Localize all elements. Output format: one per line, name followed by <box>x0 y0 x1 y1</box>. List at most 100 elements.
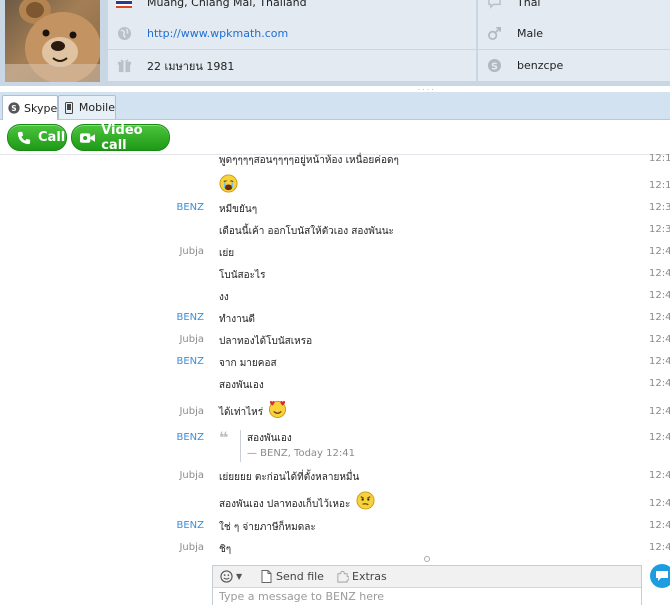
website-link[interactable]: http://www.wpkmath.com <box>147 27 288 40</box>
tab-mobile[interactable]: Mobile <box>58 95 116 119</box>
chat-history[interactable]: พูดๆๆๆๆสอนๆๆๆๆอยู่หน้าห้อง เหนื่อยค่อดๆ … <box>0 153 670 564</box>
message-sender: BENZ <box>176 520 204 531</box>
message-input[interactable] <box>213 588 639 604</box>
message-time: 12:4 <box>649 356 670 367</box>
quote-text: สองพันเอง <box>247 433 292 444</box>
message-time: 12:4 <box>649 406 670 417</box>
thinking-face-icon <box>355 491 375 510</box>
message-time: 12:4 <box>649 470 670 481</box>
message-sender: Jubja <box>179 542 204 553</box>
tab-skype-label: Skype <box>24 101 58 115</box>
chat-message: สองพันเอง ปลาทองเก็บไว้เหอะ 12:4 <box>0 490 670 516</box>
message-text: จาก มายคอส <box>219 358 277 369</box>
message-sender: BENZ <box>176 432 204 443</box>
emoticon-picker-button[interactable]: ▼ <box>219 569 242 584</box>
send-file-button[interactable]: Send file <box>259 569 324 584</box>
speech-bubble-icon <box>486 0 502 11</box>
birthday-row: 22 เมษายน 1981 <box>108 50 476 82</box>
message-time: 12:4 <box>649 268 670 279</box>
chat-message: BENZ ทำงานดี 12:4 <box>0 308 670 330</box>
message-time: 12:3 <box>649 224 670 235</box>
profile-header: Muang, Chiang Mai, Thailand http://www.w… <box>0 0 670 86</box>
location-row: Muang, Chiang Mai, Thailand <box>108 0 476 19</box>
message-sender: BENZ <box>176 356 204 367</box>
message-sender: BENZ <box>176 202 204 213</box>
chat-message: พูดๆๆๆๆสอนๆๆๆๆอยู่หน้าห้อง เหนื่อยค่อดๆ … <box>0 149 670 171</box>
chat-bubble-button[interactable] <box>650 564 670 588</box>
video-call-button[interactable]: Video call <box>71 122 170 153</box>
chat-message-quote: BENZ ❝ สองพันเอง — BENZ, Today 12:41 12:… <box>0 428 670 464</box>
compose-box: ▼ Send file Extras <box>212 565 642 605</box>
teddy-bear-photo <box>5 0 100 82</box>
message-time: 12:4 <box>649 498 670 509</box>
chat-message: งง 12:4 <box>0 286 670 308</box>
message-text: พูดๆๆๆๆสอนๆๆๆๆอยู่หน้าห้อง เหนื่อยค่อดๆ <box>219 155 399 166</box>
tab-bar: S Skype Mobile <box>0 92 670 120</box>
message-text: เย่ย <box>219 248 235 259</box>
chat-message: โบนัสอะไร 12:4 <box>0 264 670 286</box>
extras-label: Extras <box>352 570 387 583</box>
message-text: งง <box>219 292 229 303</box>
chat-message: BENZ จาก มายคอส 12:4 <box>0 352 670 374</box>
chat-message: เดือนนี้เค้า ออกโบนัสให้ตัวเอง สองพันนะ … <box>0 220 670 242</box>
skype-icon: S <box>8 102 20 114</box>
video-call-button-label: Video call <box>101 122 143 153</box>
in-love-face-icon <box>269 400 287 418</box>
skype-name-text: benzcpe <box>517 59 564 72</box>
message-text: ทำงานดี <box>219 314 256 325</box>
typing-indicator <box>424 556 430 562</box>
message-time: 12:4 <box>649 542 670 553</box>
message-sender: Jubja <box>179 246 204 257</box>
chat-message: 12:1 <box>0 174 670 198</box>
chat-message: Jubja ปลาทองได้โบนัสเหรอ 12:4 <box>0 330 670 352</box>
avatar[interactable] <box>5 0 100 82</box>
message-sender: Jubja <box>179 334 204 345</box>
svg-text:S: S <box>491 61 498 72</box>
message-time: 12:4 <box>649 520 670 531</box>
message-time: 12:4 <box>649 290 670 301</box>
message-time: 12:1 <box>649 153 670 164</box>
quote-mark-icon: ❝ <box>219 428 229 447</box>
message-time: 12:4 <box>649 334 670 345</box>
message-time: 12:4 <box>649 432 670 443</box>
call-button-label: Call <box>38 130 66 145</box>
location-text: Muang, Chiang Mai, Thailand <box>147 0 307 9</box>
chat-message: BENZ ใช่ ๆ จ่ายภาษีก็หมดละ 12:4 <box>0 516 670 538</box>
skype-logo-icon: S <box>486 58 502 74</box>
message-time: 12:1 <box>649 180 670 191</box>
document-icon <box>259 570 273 584</box>
globe-icon <box>116 26 132 42</box>
chat-message: Jubja ได้เท่าไหร่ 12:4 <box>0 398 670 424</box>
crying-face-icon <box>219 174 238 193</box>
tab-mobile-label: Mobile <box>78 101 115 114</box>
call-button[interactable]: Call <box>7 124 67 151</box>
extras-button[interactable]: Extras <box>335 569 387 584</box>
quote-meta: — BENZ, Today 12:41 <box>247 448 355 459</box>
message-sender: Jubja <box>179 406 204 417</box>
message-text: ปลาทองได้โบนัสเหรอ <box>219 336 313 347</box>
gender-text: Male <box>517 27 544 40</box>
message-text: เย่ยยยย ตะก่อนได้ที่ตั้งหลายหมื่น <box>219 472 360 483</box>
puzzle-icon <box>335 570 349 584</box>
website-row: http://www.wpkmath.com <box>108 18 476 50</box>
compose-toolbar: ▼ Send file Extras <box>213 566 641 588</box>
message-emoticon-body <box>219 174 238 193</box>
birthday-text: 22 เมษายน 1981 <box>147 59 235 73</box>
gender-row: Male <box>478 18 670 50</box>
chevron-down-icon: ▼ <box>236 572 243 581</box>
chat-bubble-icon <box>656 571 668 581</box>
message-text: สองพันเอง <box>219 380 264 391</box>
message-text: ชิๆ <box>219 544 232 555</box>
gift-icon <box>116 58 132 74</box>
quote-bar <box>240 430 241 462</box>
chat-message: Jubja เย่ยยยย ตะก่อนได้ที่ตั้งหลายหมื่น … <box>0 466 670 488</box>
smiley-icon <box>219 570 233 584</box>
video-camera-icon <box>80 130 96 146</box>
message-text: ได้เท่าไหร่ <box>219 407 264 418</box>
message-time: 12:4 <box>649 378 670 389</box>
chat-message: Jubja ชิๆ 12:4 <box>0 538 670 560</box>
tab-skype[interactable]: S Skype <box>2 95 58 120</box>
phone-icon <box>16 130 32 146</box>
quoted-message[interactable]: ❝ สองพันเอง — BENZ, Today 12:41 <box>219 430 479 464</box>
message-time: 12:4 <box>649 246 670 257</box>
